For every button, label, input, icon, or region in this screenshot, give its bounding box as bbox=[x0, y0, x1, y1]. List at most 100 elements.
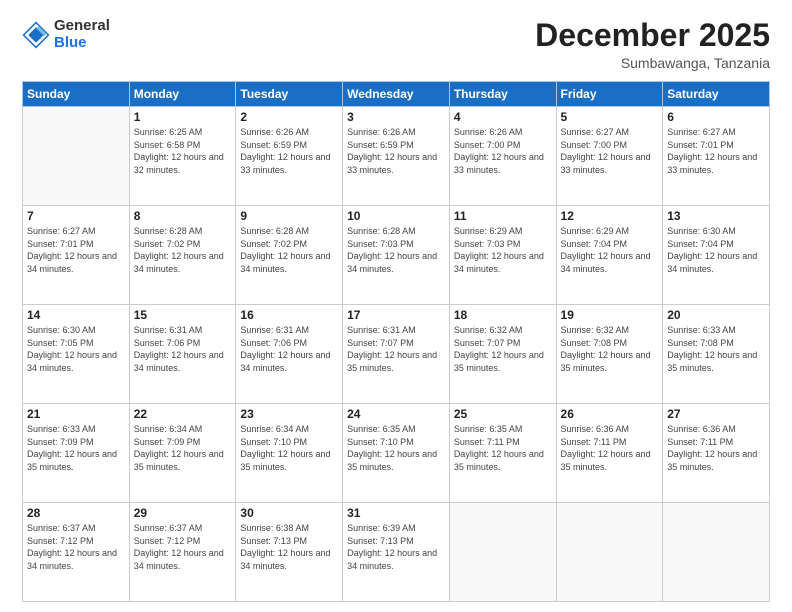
day-cell: 13 Sunrise: 6:30 AM Sunset: 7:04 PM Dayl… bbox=[663, 206, 770, 305]
day-number: 29 bbox=[134, 506, 232, 520]
day-cell: 3 Sunrise: 6:26 AM Sunset: 6:59 PM Dayli… bbox=[343, 107, 450, 206]
day-number: 21 bbox=[27, 407, 125, 421]
day-cell: 23 Sunrise: 6:34 AM Sunset: 7:10 PM Dayl… bbox=[236, 404, 343, 503]
day-info: Sunrise: 6:27 AM Sunset: 7:00 PM Dayligh… bbox=[561, 126, 659, 176]
day-number: 7 bbox=[27, 209, 125, 223]
day-number: 4 bbox=[454, 110, 552, 124]
day-cell: 8 Sunrise: 6:28 AM Sunset: 7:02 PM Dayli… bbox=[129, 206, 236, 305]
day-cell: 29 Sunrise: 6:37 AM Sunset: 7:12 PM Dayl… bbox=[129, 503, 236, 602]
weekday-header-thursday: Thursday bbox=[449, 82, 556, 107]
day-info: Sunrise: 6:31 AM Sunset: 7:06 PM Dayligh… bbox=[240, 324, 338, 374]
week-row-1: 1 Sunrise: 6:25 AM Sunset: 6:58 PM Dayli… bbox=[23, 107, 770, 206]
day-number: 30 bbox=[240, 506, 338, 520]
day-number: 28 bbox=[27, 506, 125, 520]
day-info: Sunrise: 6:33 AM Sunset: 7:09 PM Dayligh… bbox=[27, 423, 125, 473]
day-info: Sunrise: 6:36 AM Sunset: 7:11 PM Dayligh… bbox=[667, 423, 765, 473]
week-row-3: 14 Sunrise: 6:30 AM Sunset: 7:05 PM Dayl… bbox=[23, 305, 770, 404]
weekday-header-tuesday: Tuesday bbox=[236, 82, 343, 107]
day-info: Sunrise: 6:34 AM Sunset: 7:10 PM Dayligh… bbox=[240, 423, 338, 473]
week-row-2: 7 Sunrise: 6:27 AM Sunset: 7:01 PM Dayli… bbox=[23, 206, 770, 305]
day-cell: 26 Sunrise: 6:36 AM Sunset: 7:11 PM Dayl… bbox=[556, 404, 663, 503]
calendar-body: 1 Sunrise: 6:25 AM Sunset: 6:58 PM Dayli… bbox=[23, 107, 770, 602]
day-info: Sunrise: 6:36 AM Sunset: 7:11 PM Dayligh… bbox=[561, 423, 659, 473]
day-cell: 15 Sunrise: 6:31 AM Sunset: 7:06 PM Dayl… bbox=[129, 305, 236, 404]
day-number: 11 bbox=[454, 209, 552, 223]
day-cell: 16 Sunrise: 6:31 AM Sunset: 7:06 PM Dayl… bbox=[236, 305, 343, 404]
title-block: December 2025 Sumbawanga, Tanzania bbox=[535, 18, 770, 71]
day-cell: 21 Sunrise: 6:33 AM Sunset: 7:09 PM Dayl… bbox=[23, 404, 130, 503]
day-number: 14 bbox=[27, 308, 125, 322]
day-cell: 28 Sunrise: 6:37 AM Sunset: 7:12 PM Dayl… bbox=[23, 503, 130, 602]
day-cell: 22 Sunrise: 6:34 AM Sunset: 7:09 PM Dayl… bbox=[129, 404, 236, 503]
day-number: 2 bbox=[240, 110, 338, 124]
day-info: Sunrise: 6:26 AM Sunset: 7:00 PM Dayligh… bbox=[454, 126, 552, 176]
day-info: Sunrise: 6:27 AM Sunset: 7:01 PM Dayligh… bbox=[667, 126, 765, 176]
day-info: Sunrise: 6:34 AM Sunset: 7:09 PM Dayligh… bbox=[134, 423, 232, 473]
logo-general: General bbox=[54, 17, 110, 34]
day-info: Sunrise: 6:28 AM Sunset: 7:02 PM Dayligh… bbox=[240, 225, 338, 275]
day-cell: 17 Sunrise: 6:31 AM Sunset: 7:07 PM Dayl… bbox=[343, 305, 450, 404]
day-info: Sunrise: 6:29 AM Sunset: 7:04 PM Dayligh… bbox=[561, 225, 659, 275]
day-number: 3 bbox=[347, 110, 445, 124]
day-cell: 1 Sunrise: 6:25 AM Sunset: 6:58 PM Dayli… bbox=[129, 107, 236, 206]
day-number: 24 bbox=[347, 407, 445, 421]
logo-icon bbox=[22, 21, 50, 49]
logo-blue: Blue bbox=[54, 34, 87, 51]
day-info: Sunrise: 6:30 AM Sunset: 7:04 PM Dayligh… bbox=[667, 225, 765, 275]
calendar-table: SundayMondayTuesdayWednesdayThursdayFrid… bbox=[22, 81, 770, 602]
day-number: 22 bbox=[134, 407, 232, 421]
day-cell bbox=[663, 503, 770, 602]
page: General Blue December 2025 Sumbawanga, T… bbox=[0, 0, 792, 612]
day-cell: 6 Sunrise: 6:27 AM Sunset: 7:01 PM Dayli… bbox=[663, 107, 770, 206]
day-info: Sunrise: 6:37 AM Sunset: 7:12 PM Dayligh… bbox=[134, 522, 232, 572]
day-info: Sunrise: 6:37 AM Sunset: 7:12 PM Dayligh… bbox=[27, 522, 125, 572]
weekday-header-saturday: Saturday bbox=[663, 82, 770, 107]
day-info: Sunrise: 6:28 AM Sunset: 7:03 PM Dayligh… bbox=[347, 225, 445, 275]
day-number: 26 bbox=[561, 407, 659, 421]
day-number: 20 bbox=[667, 308, 765, 322]
day-cell: 19 Sunrise: 6:32 AM Sunset: 7:08 PM Dayl… bbox=[556, 305, 663, 404]
day-cell: 7 Sunrise: 6:27 AM Sunset: 7:01 PM Dayli… bbox=[23, 206, 130, 305]
day-number: 12 bbox=[561, 209, 659, 223]
day-number: 5 bbox=[561, 110, 659, 124]
logo: General Blue bbox=[22, 18, 110, 51]
weekday-header-monday: Monday bbox=[129, 82, 236, 107]
day-number: 23 bbox=[240, 407, 338, 421]
header: General Blue December 2025 Sumbawanga, T… bbox=[22, 18, 770, 71]
day-info: Sunrise: 6:30 AM Sunset: 7:05 PM Dayligh… bbox=[27, 324, 125, 374]
day-info: Sunrise: 6:28 AM Sunset: 7:02 PM Dayligh… bbox=[134, 225, 232, 275]
day-cell: 11 Sunrise: 6:29 AM Sunset: 7:03 PM Dayl… bbox=[449, 206, 556, 305]
day-info: Sunrise: 6:33 AM Sunset: 7:08 PM Dayligh… bbox=[667, 324, 765, 374]
weekday-header-friday: Friday bbox=[556, 82, 663, 107]
day-cell: 18 Sunrise: 6:32 AM Sunset: 7:07 PM Dayl… bbox=[449, 305, 556, 404]
day-number: 1 bbox=[134, 110, 232, 124]
day-number: 31 bbox=[347, 506, 445, 520]
month-title: December 2025 bbox=[535, 18, 770, 53]
day-number: 13 bbox=[667, 209, 765, 223]
day-number: 6 bbox=[667, 110, 765, 124]
day-cell: 27 Sunrise: 6:36 AM Sunset: 7:11 PM Dayl… bbox=[663, 404, 770, 503]
day-info: Sunrise: 6:35 AM Sunset: 7:11 PM Dayligh… bbox=[454, 423, 552, 473]
day-info: Sunrise: 6:26 AM Sunset: 6:59 PM Dayligh… bbox=[347, 126, 445, 176]
day-info: Sunrise: 6:32 AM Sunset: 7:07 PM Dayligh… bbox=[454, 324, 552, 374]
day-cell bbox=[556, 503, 663, 602]
day-info: Sunrise: 6:39 AM Sunset: 7:13 PM Dayligh… bbox=[347, 522, 445, 572]
day-info: Sunrise: 6:35 AM Sunset: 7:10 PM Dayligh… bbox=[347, 423, 445, 473]
day-cell: 12 Sunrise: 6:29 AM Sunset: 7:04 PM Dayl… bbox=[556, 206, 663, 305]
day-cell: 31 Sunrise: 6:39 AM Sunset: 7:13 PM Dayl… bbox=[343, 503, 450, 602]
location: Sumbawanga, Tanzania bbox=[535, 55, 770, 71]
day-info: Sunrise: 6:31 AM Sunset: 7:06 PM Dayligh… bbox=[134, 324, 232, 374]
day-cell: 9 Sunrise: 6:28 AM Sunset: 7:02 PM Dayli… bbox=[236, 206, 343, 305]
logo-text: General Blue bbox=[54, 18, 110, 51]
day-number: 25 bbox=[454, 407, 552, 421]
day-number: 15 bbox=[134, 308, 232, 322]
day-cell: 10 Sunrise: 6:28 AM Sunset: 7:03 PM Dayl… bbox=[343, 206, 450, 305]
day-number: 18 bbox=[454, 308, 552, 322]
day-cell bbox=[449, 503, 556, 602]
day-number: 16 bbox=[240, 308, 338, 322]
day-cell: 24 Sunrise: 6:35 AM Sunset: 7:10 PM Dayl… bbox=[343, 404, 450, 503]
day-cell: 25 Sunrise: 6:35 AM Sunset: 7:11 PM Dayl… bbox=[449, 404, 556, 503]
day-cell bbox=[23, 107, 130, 206]
day-cell: 14 Sunrise: 6:30 AM Sunset: 7:05 PM Dayl… bbox=[23, 305, 130, 404]
week-row-4: 21 Sunrise: 6:33 AM Sunset: 7:09 PM Dayl… bbox=[23, 404, 770, 503]
